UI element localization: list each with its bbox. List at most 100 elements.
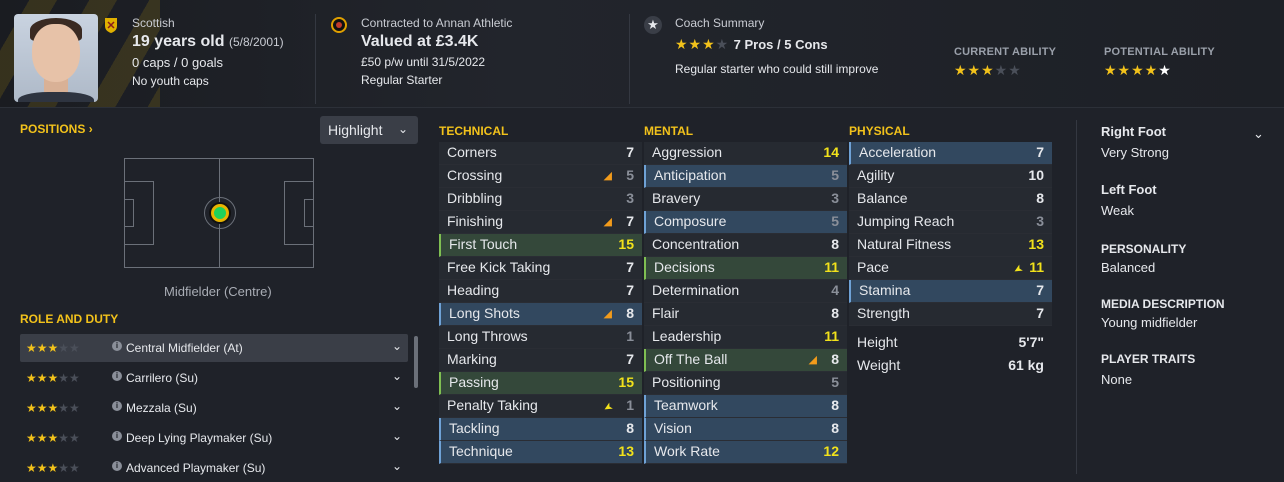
attribute-name: Technique <box>449 443 513 459</box>
attribute-row[interactable]: Pace ➤ 11 <box>849 257 1052 280</box>
contract[interactable]: Contracted to Annan Athletic <box>361 16 512 30</box>
attribute-value: 7 <box>1036 282 1044 298</box>
scrollbar[interactable] <box>414 336 418 388</box>
attribute-row[interactable]: Tackling 8 <box>439 418 642 441</box>
role-row[interactable]: ★★★★★ i Mezzala (Su) ⌄ <box>20 394 408 422</box>
attribute-row[interactable]: Composure 5 <box>644 211 847 234</box>
coach-summary-title[interactable]: Coach Summary <box>675 16 878 30</box>
info-icon[interactable]: i <box>112 431 122 441</box>
attribute-value: 5 <box>831 374 839 390</box>
role-row[interactable]: ★★★★★ i Carrilero (Su) ⌄ <box>20 364 408 392</box>
attribute-row[interactable]: Passing 15 <box>439 372 642 395</box>
attribute-value: 13 <box>618 443 634 459</box>
attribute-name: Corners <box>447 144 497 160</box>
attribute-row[interactable]: Vision 8 <box>644 418 847 441</box>
attribute-value: 4 <box>831 282 839 298</box>
attribute-value: 7 <box>626 144 634 160</box>
attribute-row[interactable]: Corners 7 <box>439 142 642 165</box>
attribute-row[interactable]: Heading 7 <box>439 280 642 303</box>
attribute-row[interactable]: Work Rate 12 <box>644 441 847 464</box>
attribute-name: Bravery <box>652 190 701 206</box>
current-ability-stars: ★★★★★ <box>954 62 1022 78</box>
attribute-row[interactable]: Positioning 5 <box>644 372 847 395</box>
attribute-value: 7 <box>1036 305 1044 321</box>
attribute-row[interactable]: Stamina 7 <box>849 280 1052 303</box>
personality-value: Balanced <box>1101 260 1156 275</box>
attribute-name: Decisions <box>654 259 715 275</box>
info-icon[interactable]: i <box>112 461 122 471</box>
chevron-down-icon[interactable]: ⌄ <box>1253 126 1264 142</box>
attribute-value: 3 <box>831 190 839 206</box>
chevron-down-icon[interactable]: ⌄ <box>392 399 402 413</box>
squad-status: Regular Starter <box>361 73 443 87</box>
attribute-row[interactable]: Decisions 11 <box>644 257 847 280</box>
attribute-name: Leadership <box>652 328 722 344</box>
attribute-row[interactable]: Dribbling 3 <box>439 188 642 211</box>
attribute-row[interactable]: Concentration 8 <box>644 234 847 257</box>
attribute-value: 1 <box>626 397 634 413</box>
chevron-down-icon[interactable]: ⌄ <box>392 339 402 353</box>
attribute-row[interactable]: Aggression 14 <box>644 142 847 165</box>
attribute-name: Agility <box>857 167 895 183</box>
role-row[interactable]: ★★★★★ i Deep Lying Playmaker (Su) ⌄ <box>20 424 408 452</box>
attribute-row[interactable]: Long Throws 1 <box>439 326 642 349</box>
role-row[interactable]: ★★★★★ i Central Midfielder (At) ⌄ <box>20 334 408 362</box>
role-stars: ★★★★★ <box>26 401 80 415</box>
left-foot-value: Weak <box>1101 203 1134 218</box>
positions-title[interactable]: POSITIONS › <box>20 122 93 136</box>
player-portrait <box>14 14 98 102</box>
attribute-value: 7 <box>626 351 634 367</box>
media-description-value: Young midfielder <box>1101 315 1198 330</box>
attribute-row[interactable]: Teamwork 8 <box>644 395 847 418</box>
attribute-row[interactable]: Crossing ◢ 5 <box>439 165 642 188</box>
attribute-row[interactable]: Balance 8 <box>849 188 1052 211</box>
positions-panel: POSITIONS › Highlight ⌄ Midfielder (Centr… <box>14 112 418 475</box>
chevron-down-icon[interactable]: ⌄ <box>392 459 402 473</box>
chevron-down-icon[interactable]: ⌄ <box>392 369 402 383</box>
attribute-row[interactable]: Jumping Reach 3 <box>849 211 1052 234</box>
attribute-row[interactable]: Finishing ◢ 7 <box>439 211 642 234</box>
attribute-row[interactable]: Technique 13 <box>439 441 642 464</box>
attribute-row[interactable]: Free Kick Taking 7 <box>439 257 642 280</box>
attribute-row[interactable]: Off The Ball ◢ 8 <box>644 349 847 372</box>
attribute-name: Aggression <box>652 144 723 160</box>
info-icon[interactable]: i <box>112 401 122 411</box>
attribute-name: Jumping Reach <box>857 213 955 229</box>
attribute-row[interactable]: Strength 7 <box>849 303 1052 326</box>
attribute-value: 11 <box>824 328 839 344</box>
attribute-row[interactable]: Bravery 3 <box>644 188 847 211</box>
highlight-dropdown[interactable]: Highlight ⌄ <box>320 116 418 144</box>
attribute-row[interactable]: Natural Fitness 13 <box>849 234 1052 257</box>
attribute-name: Marking <box>447 351 497 367</box>
info-icon[interactable]: i <box>112 341 122 351</box>
attribute-value: 5 <box>626 167 634 183</box>
coach-stars: ★★★ <box>675 36 716 52</box>
role-row[interactable]: ★★★★★ i Advanced Playmaker (Su) ⌄ <box>20 454 408 482</box>
attribute-row[interactable]: Penalty Taking ➤ 1 <box>439 395 642 418</box>
trend-down-arrow-icon: ➤ <box>600 399 615 415</box>
attribute-name: Finishing <box>447 213 504 229</box>
attribute-value: 14 <box>823 144 839 160</box>
chevron-down-icon[interactable]: ⌄ <box>392 429 402 443</box>
role-stars: ★★★★★ <box>26 371 80 385</box>
attribute-name: Stamina <box>859 282 911 298</box>
attribute-row[interactable]: Leadership 11 <box>644 326 847 349</box>
club-badge-icon <box>331 17 347 33</box>
attribute-row[interactable]: Anticipation 5 <box>644 165 847 188</box>
attribute-value: 5 <box>831 167 839 183</box>
attribute-row[interactable]: Agility 10 <box>849 165 1052 188</box>
attribute-row[interactable]: Long Shots ◢ 8 <box>439 303 642 326</box>
attribute-value: 8 <box>831 420 839 436</box>
attribute-name: Heading <box>447 282 500 298</box>
role-name: Central Midfielder (At) <box>126 341 243 355</box>
attribute-row[interactable]: Acceleration 7 <box>849 142 1052 165</box>
info-icon[interactable]: i <box>112 371 122 381</box>
attribute-name: Tackling <box>449 420 500 436</box>
attribute-name: First Touch <box>449 236 518 252</box>
attribute-row[interactable]: Determination 4 <box>644 280 847 303</box>
attribute-row[interactable]: Marking 7 <box>439 349 642 372</box>
attribute-name: Dribbling <box>447 190 503 206</box>
right-foot-value: Very Strong <box>1101 145 1169 160</box>
attribute-row[interactable]: Flair 8 <box>644 303 847 326</box>
attribute-row[interactable]: First Touch 15 <box>439 234 642 257</box>
